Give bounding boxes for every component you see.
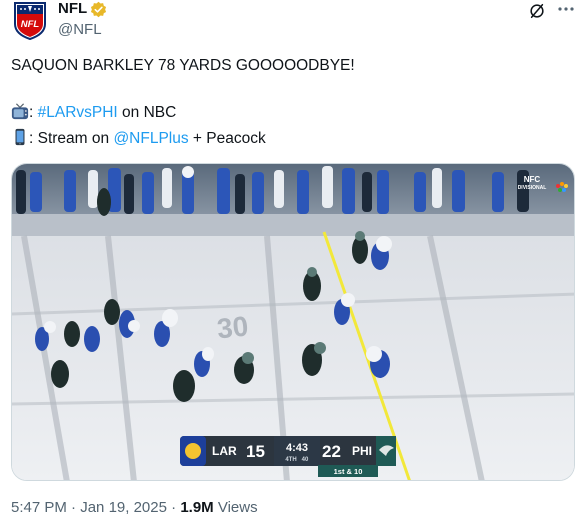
away-team-abbr: LAR [212, 444, 237, 458]
broadcast-bug-line2: DIVISIONAL [518, 185, 547, 191]
tweet-meta: 5:47 PM · Jan 19, 2025 · 1.9M Views [11, 499, 258, 517]
video-frame: 30 NFC DIVISIONAL LAR 15 4:43 4TH 40 22 … [12, 164, 574, 480]
nfl-logo-text: NFL [21, 19, 40, 30]
field-yard-number: 30 [216, 310, 250, 344]
tv-suffix: on NBC [117, 104, 177, 121]
hashtag-link[interactable]: #LARvsPHI [38, 104, 118, 121]
down-and-distance: 1st & 10 [334, 467, 363, 476]
post-date[interactable]: Jan 19, 2025 [80, 499, 167, 516]
rams-logo-icon [185, 443, 201, 459]
stream-prefix: : Stream on [29, 130, 114, 147]
mobile-phone-emoji-icon [15, 128, 25, 146]
meta-separator: · [66, 499, 81, 516]
tweet-header: NFL NFL @NFL [11, 0, 577, 44]
home-team-abbr: PHI [352, 444, 372, 458]
more-options-icon[interactable] [555, 2, 577, 20]
grok-icon[interactable] [528, 2, 546, 20]
views-label: Views [213, 499, 258, 516]
home-team-score: 22 [322, 442, 341, 461]
quarter-label: 4TH [285, 457, 296, 463]
mention-link[interactable]: @NFLPlus [113, 130, 188, 147]
tweet-headline: SAQUON BARKLEY 78 YARDS GOOOOODBYE! [11, 57, 355, 74]
away-team-score: 15 [246, 442, 265, 461]
tv-prefix: : [29, 104, 38, 121]
nfl-avatar[interactable]: NFL [11, 0, 49, 41]
post-time[interactable]: 5:47 PM [11, 499, 67, 516]
verified-badge-icon [91, 1, 107, 17]
broadcast-bug-line1: NFC [524, 175, 541, 184]
account-name-row: NFL [58, 0, 107, 18]
account-handle[interactable]: @NFL [58, 21, 102, 39]
video-media[interactable]: 30 NFC DIVISIONAL LAR 15 4:43 4TH 40 22 … [11, 163, 575, 481]
tv-emoji-icon [11, 103, 29, 120]
stream-suffix: + Peacock [188, 130, 266, 147]
nfl-shield-logo: NFL [14, 2, 46, 41]
game-clock: 4:43 [286, 442, 308, 454]
play-clock: 40 [302, 457, 309, 463]
views-count: 1.9M [180, 499, 214, 516]
tweet-tv-line: : #LARvsPHI on NBC [11, 102, 176, 123]
account-name[interactable]: NFL [58, 0, 87, 18]
tweet-stream-line: : Stream on @NFLPlus + Peacock [11, 128, 266, 149]
meta-separator-2: · [166, 499, 181, 516]
